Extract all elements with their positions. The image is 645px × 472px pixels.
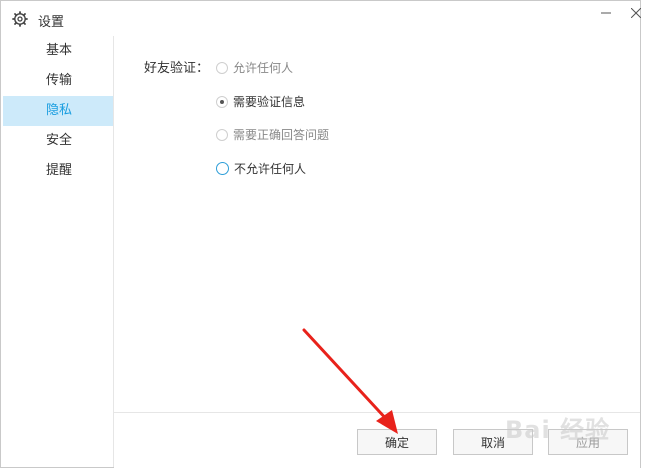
title-bar[interactable]: 设置 [1, 1, 641, 36]
settings-window: 设置 基本 传输 隐私 安全 提醒 好友验证： 允许任何人 需要验证信息 需要正… [0, 0, 641, 468]
sidebar-item-reminder[interactable]: 提醒 [3, 156, 113, 186]
radio-button[interactable] [216, 95, 228, 108]
radio-button[interactable] [216, 128, 228, 141]
privacy-panel: 好友验证： 允许任何人 需要验证信息 需要正确回答问题 不允许任何人 [114, 36, 640, 412]
radio-require-verification[interactable]: 需要验证信息 [216, 93, 305, 110]
watermark: Bai 经验 [505, 416, 611, 444]
radio-label: 需要正确回答问题 [233, 128, 330, 142]
gear-icon [12, 11, 28, 27]
radio-require-answer[interactable]: 需要正确回答问题 [216, 126, 329, 143]
radio-label: 需要验证信息 [233, 95, 306, 109]
minimize-icon [601, 12, 611, 14]
window-title: 设置 [38, 15, 65, 30]
close-button[interactable] [621, 1, 645, 25]
radio-button[interactable] [216, 162, 229, 175]
radio-deny-anyone[interactable]: 不允许任何人 [216, 160, 306, 177]
minimize-button[interactable] [591, 1, 621, 25]
radio-allow-anyone[interactable]: 允许任何人 [216, 59, 293, 76]
radio-label: 不允许任何人 [234, 162, 307, 176]
sidebar: 基本 传输 隐私 安全 提醒 [3, 36, 114, 467]
radio-label: 允许任何人 [233, 61, 294, 75]
sidebar-item-basic[interactable]: 基本 [3, 36, 113, 66]
friend-verify-label: 好友验证： [144, 61, 210, 76]
sidebar-item-security[interactable]: 安全 [3, 126, 113, 156]
sidebar-item-privacy[interactable]: 隐私 [3, 96, 113, 126]
sidebar-item-transfer[interactable]: 传输 [3, 66, 113, 96]
radio-button[interactable] [216, 61, 228, 74]
close-icon [631, 8, 641, 18]
ok-button[interactable]: 确定 [357, 429, 437, 455]
